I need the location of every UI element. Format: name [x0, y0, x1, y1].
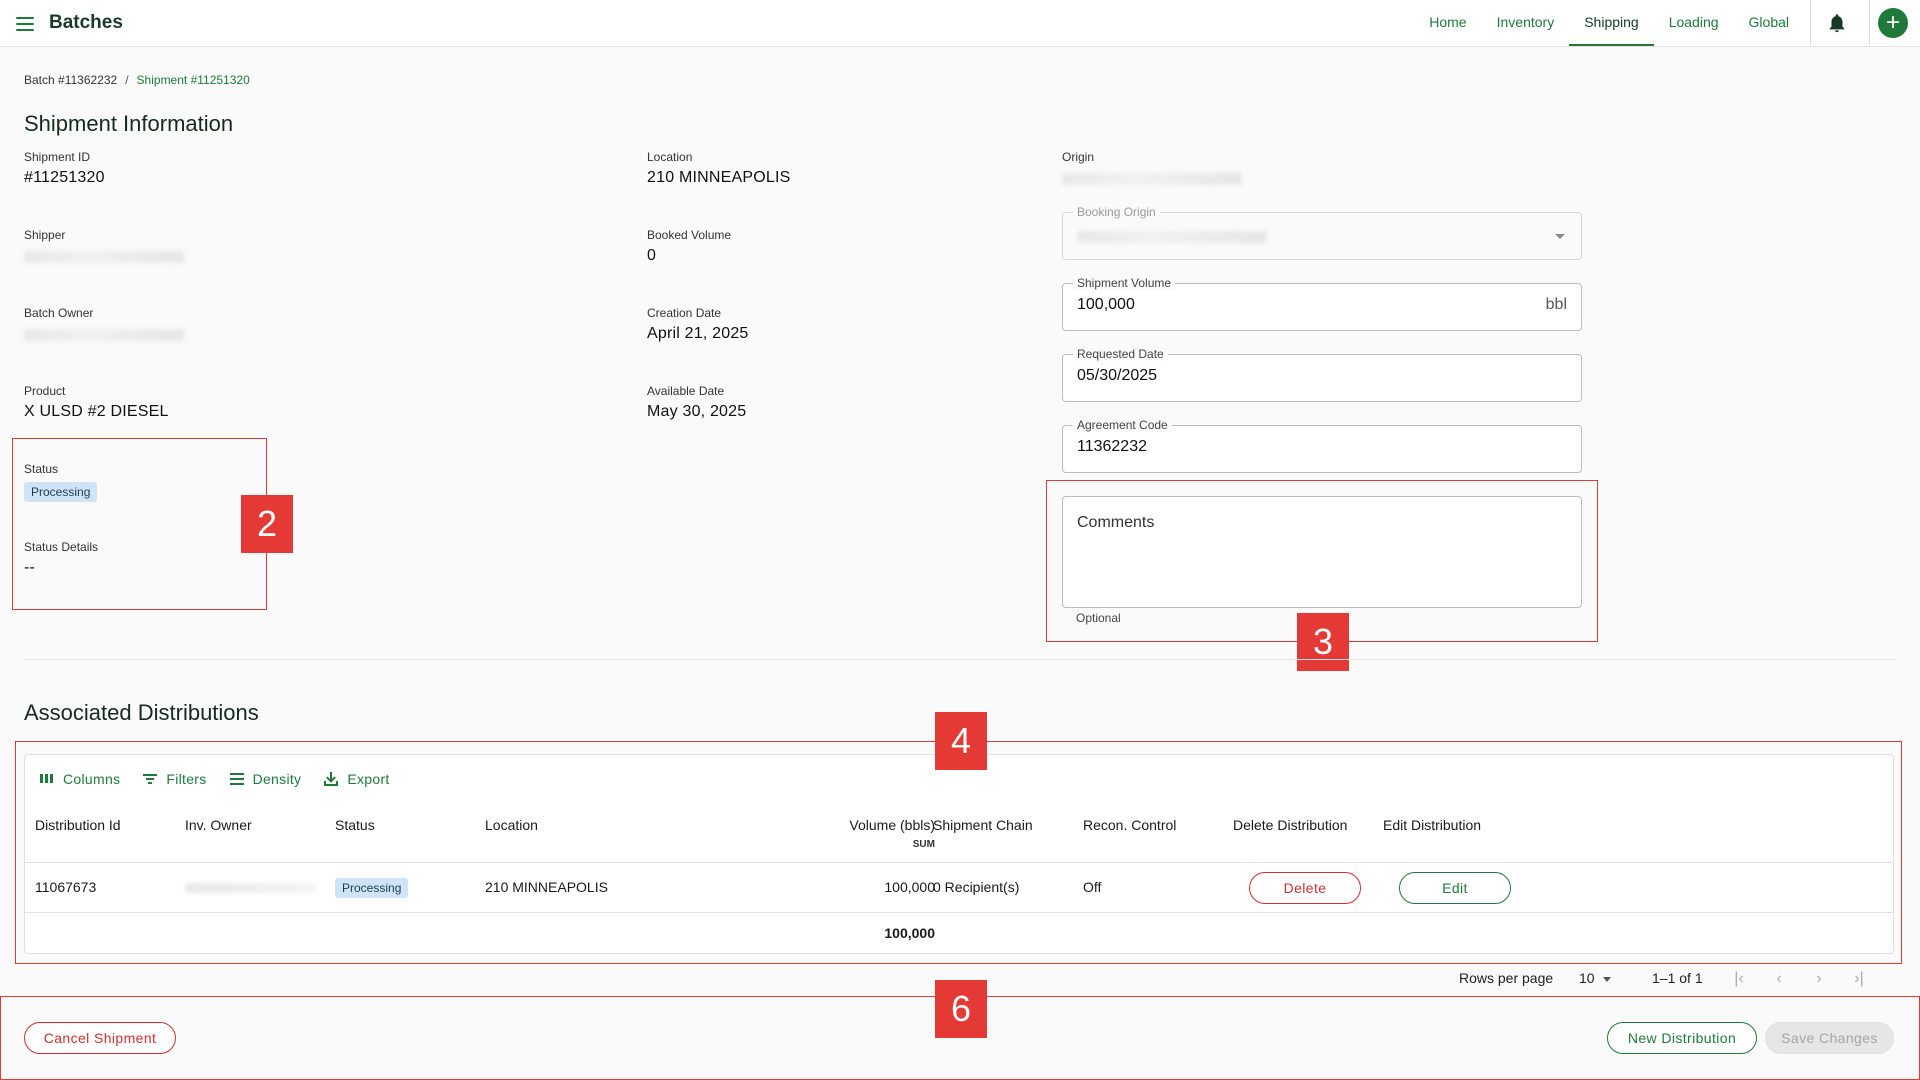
- available-date-label: Available Date: [647, 384, 725, 398]
- booked-volume-field: Booked Volume 0: [647, 228, 731, 265]
- product-field: Product X ULSD #2 DIESEL: [24, 384, 169, 421]
- bell-icon[interactable]: [1811, 0, 1863, 46]
- rows-per-page-select[interactable]: 10: [1579, 970, 1611, 986]
- shipment-volume-unit: bbl: [1545, 296, 1567, 313]
- annotation-box-2: [12, 438, 267, 610]
- chevron-down-icon: [1555, 234, 1565, 239]
- annotation-badge-3: 3: [1297, 613, 1349, 671]
- origin-label: Origin: [1062, 150, 1095, 164]
- agreement-code-input[interactable]: Agreement Code 11362232: [1062, 418, 1582, 473]
- app-title: Batches: [49, 12, 123, 33]
- creation-date-value: April 21, 2025: [647, 325, 749, 342]
- available-date-field: Available Date May 30, 2025: [647, 384, 746, 421]
- creation-date-field: Creation Date April 21, 2025: [647, 306, 749, 343]
- requested-date-input[interactable]: Requested Date 05/30/2025: [1062, 347, 1582, 402]
- nav-loading[interactable]: Loading: [1654, 0, 1734, 46]
- location-value: 210 MINNEAPOLIS: [647, 169, 791, 186]
- creation-date-label: Creation Date: [647, 306, 722, 320]
- agreement-code-value: 11362232: [1077, 438, 1147, 455]
- origin-value-redacted: [1062, 173, 1242, 185]
- annotation-badge-4: 4: [935, 712, 987, 770]
- shipment-volume-label: Shipment Volume: [1073, 276, 1176, 290]
- breadcrumb-separator: /: [125, 73, 129, 87]
- annotation-badge-2: 2: [241, 495, 293, 553]
- shipment-id-label: Shipment ID: [24, 150, 91, 164]
- rows-per-page-label: Rows per page: [1459, 970, 1554, 986]
- shipment-volume-input[interactable]: Shipment Volume 100,000 bbl: [1062, 276, 1582, 331]
- origin-field: Origin: [1062, 150, 1242, 190]
- breadcrumb-shipment[interactable]: Shipment #11251320: [137, 73, 250, 87]
- booking-origin-label: Booking Origin: [1073, 205, 1160, 219]
- batch-owner-value-redacted: [24, 329, 184, 341]
- menu-icon[interactable]: [14, 13, 36, 33]
- add-icon[interactable]: +: [1878, 8, 1908, 38]
- top-app-bar: Batches Home Inventory Shipping Loading …: [0, 0, 1920, 47]
- next-page-icon[interactable]: ›: [1809, 970, 1829, 990]
- shipment-info-title: Shipment Information: [24, 111, 234, 136]
- distributions-title: Associated Distributions: [24, 700, 259, 725]
- annotation-badge-6: 6: [935, 980, 987, 1038]
- agreement-code-label: Agreement Code: [1073, 418, 1172, 432]
- breadcrumb: Batch #11362232 / Shipment #11251320: [24, 73, 250, 87]
- shipper-field: Shipper: [24, 228, 184, 268]
- shipment-id-field: Shipment ID #11251320: [24, 150, 105, 187]
- nav-global[interactable]: Global: [1734, 0, 1804, 46]
- breadcrumb-batch[interactable]: Batch #11362232: [24, 73, 117, 87]
- shipper-label: Shipper: [24, 228, 66, 242]
- shipment-id-value: #11251320: [24, 169, 105, 186]
- previous-page-icon[interactable]: ‹: [1769, 970, 1789, 990]
- product-label: Product: [24, 384, 66, 398]
- batch-owner-field: Batch Owner: [24, 306, 184, 346]
- batch-owner-label: Batch Owner: [24, 306, 94, 320]
- location-field: Location 210 MINNEAPOLIS: [647, 150, 791, 187]
- booked-volume-value: 0: [647, 247, 657, 264]
- nav-shipping[interactable]: Shipping: [1569, 0, 1654, 46]
- location-label: Location: [647, 150, 693, 164]
- product-value: X ULSD #2 DIESEL: [24, 403, 169, 420]
- chevron-down-icon: [1602, 976, 1611, 982]
- booking-origin-select[interactable]: Booking Origin: [1062, 205, 1582, 260]
- pagination-range: 1–1 of 1: [1652, 970, 1703, 986]
- nav-inventory[interactable]: Inventory: [1482, 0, 1570, 46]
- requested-date-value: 05/30/2025: [1077, 367, 1158, 384]
- available-date-value: May 30, 2025: [647, 403, 747, 420]
- first-page-icon[interactable]: |‹: [1729, 970, 1749, 990]
- booking-origin-value-redacted: [1077, 231, 1267, 243]
- nav-divider: [1869, 0, 1870, 46]
- booked-volume-label: Booked Volume: [647, 228, 732, 242]
- rows-per-page-value: 10: [1579, 970, 1595, 986]
- nav-home[interactable]: Home: [1414, 0, 1481, 46]
- shipper-value-redacted: [24, 251, 184, 263]
- annotation-box-4: [15, 741, 1902, 964]
- last-page-icon[interactable]: ›|: [1849, 970, 1869, 990]
- requested-date-label: Requested Date: [1073, 347, 1168, 361]
- section-divider: [24, 659, 1896, 660]
- shipment-volume-value: 100,000: [1077, 296, 1135, 313]
- main-nav: Home Inventory Shipping Loading Global +: [1414, 0, 1920, 46]
